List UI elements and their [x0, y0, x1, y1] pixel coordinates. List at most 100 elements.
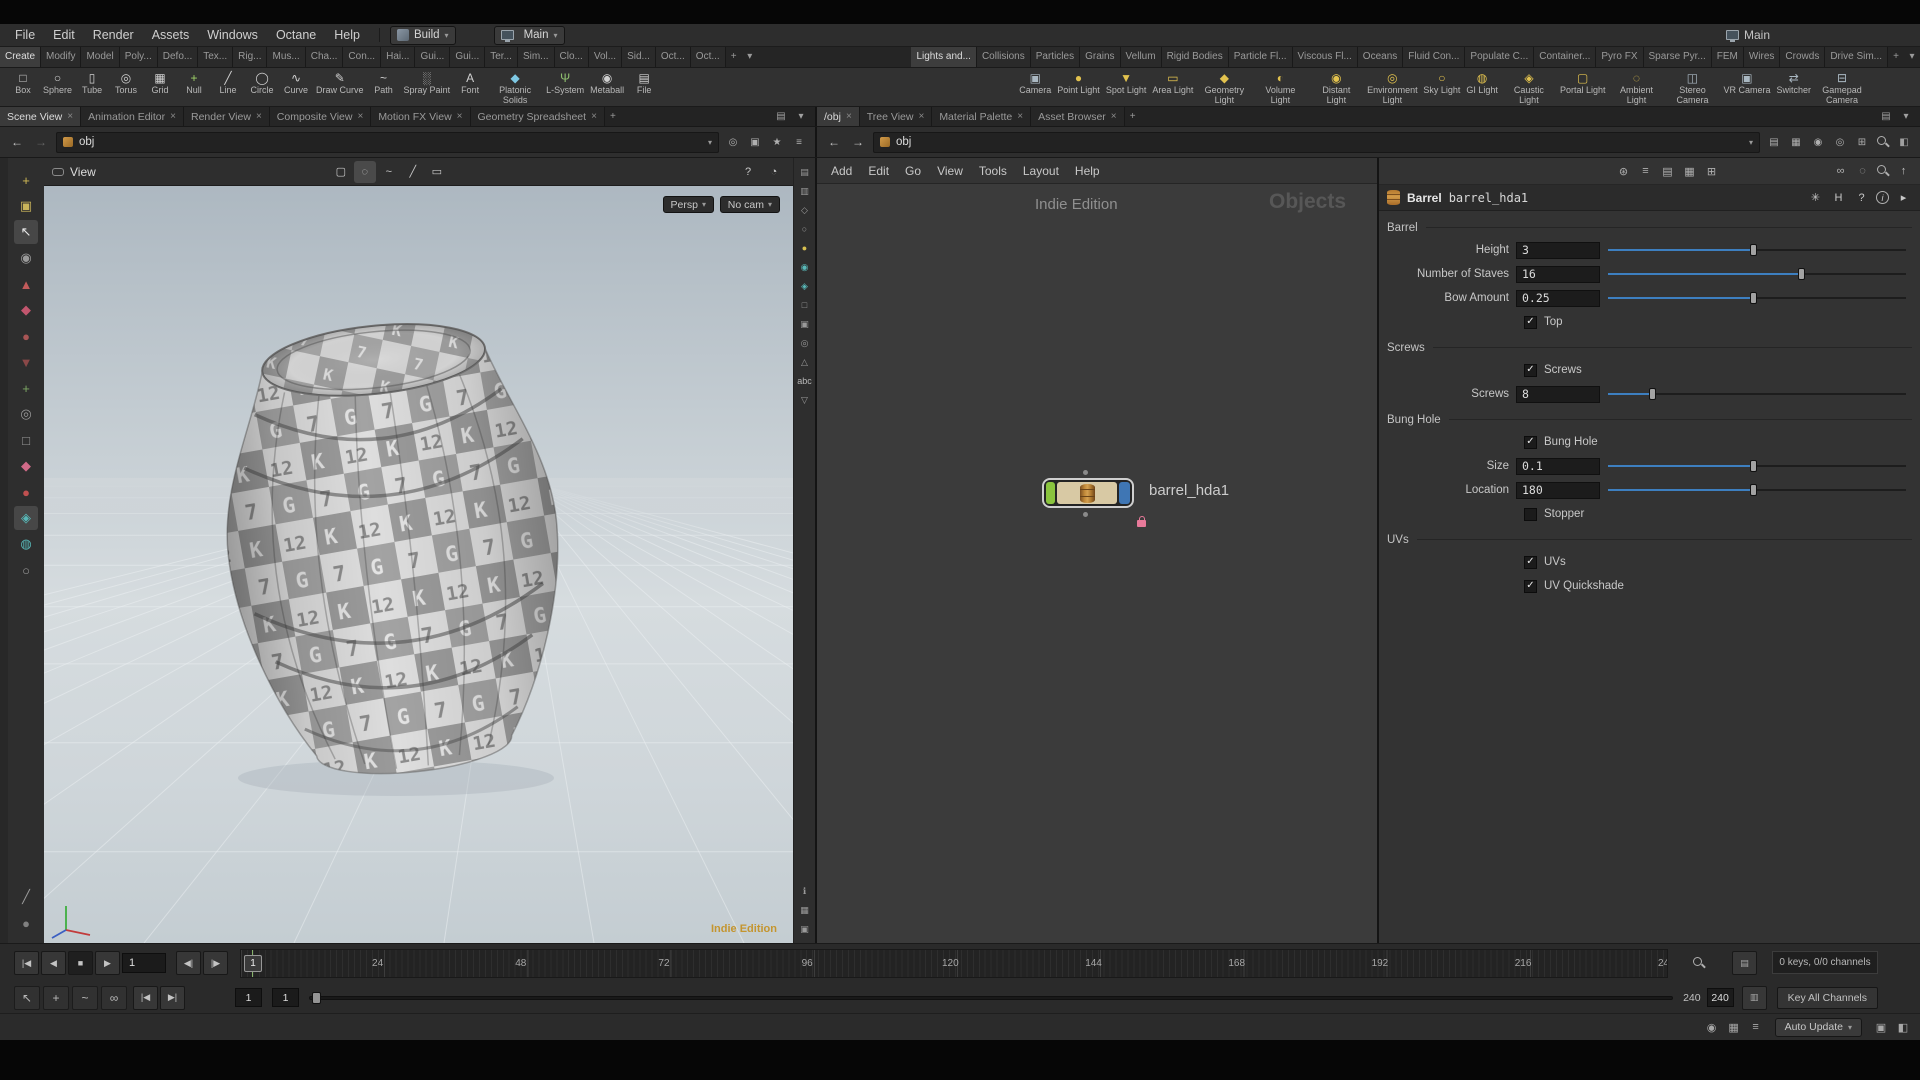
- shelf-tab[interactable]: Tex...: [198, 47, 234, 67]
- current-frame-field[interactable]: 1: [122, 953, 166, 973]
- forward-icon[interactable]: →: [32, 135, 50, 149]
- param-value-field[interactable]: 0.25: [1516, 289, 1600, 307]
- param-value-field[interactable]: 8: [1516, 385, 1600, 403]
- menu-item[interactable]: Render: [84, 24, 143, 47]
- param-value-field[interactable]: 3: [1516, 241, 1600, 259]
- path-tool-icon[interactable]: ▣: [747, 134, 763, 150]
- parameters-tool-icon[interactable]: ⊞: [1703, 163, 1720, 180]
- keyframe-nav-button[interactable]: ◀|: [176, 951, 201, 975]
- network-menu-item[interactable]: Tools: [971, 164, 1015, 178]
- pane-menu-icon[interactable]: ▤: [1878, 109, 1894, 125]
- shelf-tab[interactable]: Create: [0, 47, 42, 67]
- selection-mode-icon[interactable]: ~: [378, 161, 400, 183]
- transport-button[interactable]: ◀: [41, 951, 66, 975]
- shelf-tool[interactable]: ◐ Volume Light: [1252, 69, 1308, 106]
- parameters-tool-icon[interactable]: ⊛: [1615, 163, 1632, 180]
- shelf-tool[interactable]: A Font: [453, 69, 487, 96]
- path-tool-icon[interactable]: ◎: [725, 134, 741, 150]
- menu-item[interactable]: Assets: [143, 24, 199, 47]
- shelf-tool[interactable]: ○ Sky Light: [1420, 69, 1463, 96]
- shelf-tool[interactable]: ◆ Platonic Solids: [487, 69, 543, 106]
- current-frame-marker[interactable]: 1: [244, 955, 262, 972]
- pane-menu-icon[interactable]: ▤: [773, 109, 789, 125]
- viewport-tool-icon[interactable]: ●: [14, 911, 38, 935]
- pane-tab[interactable]: Motion FX View ×: [371, 107, 471, 126]
- network-canvas[interactable]: Indie Edition Objects barrel_hda1: [817, 184, 1377, 943]
- display-option-icon[interactable]: ●: [796, 240, 813, 256]
- playbar-option-icon[interactable]: ↖: [14, 985, 40, 1010]
- status-icon[interactable]: ▣: [1872, 1018, 1890, 1036]
- shelf-tool[interactable]: ● Point Light: [1054, 69, 1103, 96]
- pane-split-icon[interactable]: ◧: [1896, 134, 1912, 150]
- playbar-side-icon[interactable]: ▥: [1741, 985, 1767, 1010]
- node-output-connector[interactable]: [1083, 512, 1088, 517]
- new-pane-tab-button[interactable]: +: [605, 107, 621, 126]
- slider-handle[interactable]: [1797, 268, 1805, 280]
- network-menu-item[interactable]: Go: [897, 164, 929, 178]
- checkbox[interactable]: ✓: [1524, 579, 1537, 593]
- viewport-tool-icon[interactable]: ◆: [14, 454, 38, 478]
- checkbox[interactable]: ✓: [1524, 555, 1537, 569]
- close-icon[interactable]: ×: [170, 111, 176, 122]
- display-option-icon[interactable]: ◎: [796, 335, 813, 351]
- shelf-tab[interactable]: Oceans: [1357, 47, 1404, 67]
- scene-selector[interactable]: Main ▾: [493, 25, 565, 45]
- shelf-tool[interactable]: ◯ Circle: [245, 69, 279, 96]
- pane-tab[interactable]: /obj ×: [817, 107, 860, 126]
- shelf-tool[interactable]: ░ Spray Paint: [401, 69, 454, 96]
- network-menu-item[interactable]: Help: [1067, 164, 1108, 178]
- add-shelf-tab-button[interactable]: +: [726, 47, 742, 67]
- shelf-tab[interactable]: Drive Sim...: [1825, 47, 1888, 67]
- shelf-tab[interactable]: Container...: [1534, 47, 1597, 67]
- display-option-icon[interactable]: △: [796, 354, 813, 370]
- display-option-icon[interactable]: ▽: [796, 392, 813, 408]
- checkbox[interactable]: ✓: [1524, 363, 1537, 377]
- key-all-channels-button[interactable]: Key All Channels: [1776, 986, 1878, 1009]
- menu-item[interactable]: Windows: [198, 24, 267, 47]
- close-icon[interactable]: ×: [67, 111, 73, 122]
- shelf-tool[interactable]: ~ Path: [367, 69, 401, 96]
- path-tool-icon[interactable]: ◉: [1810, 134, 1826, 150]
- shelf-tool[interactable]: ◆ Geometry Light: [1196, 69, 1252, 106]
- search-icon[interactable]: [1876, 135, 1890, 149]
- display-option-icon[interactable]: ▥: [796, 183, 813, 199]
- shelf-tab[interactable]: Oct...: [690, 47, 726, 67]
- scroll-up-icon[interactable]: ↑: [1895, 163, 1912, 180]
- display-option-icon[interactable]: ▦: [796, 902, 813, 918]
- node-input-connector[interactable]: [1083, 470, 1088, 475]
- shelf-tool[interactable]: ▭ Area Light: [1149, 69, 1196, 96]
- menu-item[interactable]: Help: [325, 24, 369, 47]
- shelf-tab[interactable]: Mus...: [267, 47, 306, 67]
- projection-selector[interactable]: Persp ▾: [662, 196, 714, 213]
- range-slider-handle[interactable]: [312, 991, 321, 1004]
- close-icon[interactable]: ×: [918, 111, 924, 122]
- viewport-header-icon[interactable]: ?: [737, 161, 759, 183]
- close-icon[interactable]: ×: [846, 111, 852, 122]
- desktop-selector[interactable]: Build ▾: [389, 25, 456, 45]
- menu-item[interactable]: Edit: [44, 24, 84, 47]
- selection-mode-icon[interactable]: ▢: [330, 161, 352, 183]
- shelf-tab[interactable]: Particles: [1030, 47, 1081, 67]
- status-icon[interactable]: ◧: [1894, 1018, 1912, 1036]
- node-header-icon[interactable]: i: [1876, 191, 1889, 204]
- shelf-tab[interactable]: Rig...: [233, 47, 268, 67]
- network-menu-item[interactable]: Layout: [1015, 164, 1067, 178]
- shelf-tab[interactable]: Defo...: [157, 47, 199, 67]
- shelf-tool[interactable]: ◫ Stereo Camera: [1664, 69, 1720, 106]
- path-tool-icon[interactable]: ◎: [1832, 134, 1848, 150]
- shelf-tab[interactable]: Crowds: [1780, 47, 1826, 67]
- display-option-icon[interactable]: □: [796, 297, 813, 313]
- viewport-tool-icon[interactable]: +: [14, 168, 38, 192]
- viewport-tool-icon[interactable]: ↖: [14, 220, 38, 244]
- viewport-tool-icon[interactable]: +: [14, 376, 38, 400]
- param-value-field[interactable]: 180: [1516, 481, 1600, 499]
- shelf-tool[interactable]: □ Box: [6, 69, 40, 96]
- shelf-tab[interactable]: Sid...: [622, 47, 656, 67]
- forward-icon[interactable]: →: [849, 135, 867, 149]
- range-nav-button[interactable]: |◀: [133, 985, 158, 1010]
- shelf-tool[interactable]: ▦ Grid: [143, 69, 177, 96]
- viewport-tool-icon[interactable]: ●: [14, 480, 38, 504]
- checkbox[interactable]: ✓: [1524, 315, 1537, 329]
- viewport-tool-icon[interactable]: ▣: [14, 194, 38, 218]
- pane-link-icon[interactable]: [52, 167, 64, 176]
